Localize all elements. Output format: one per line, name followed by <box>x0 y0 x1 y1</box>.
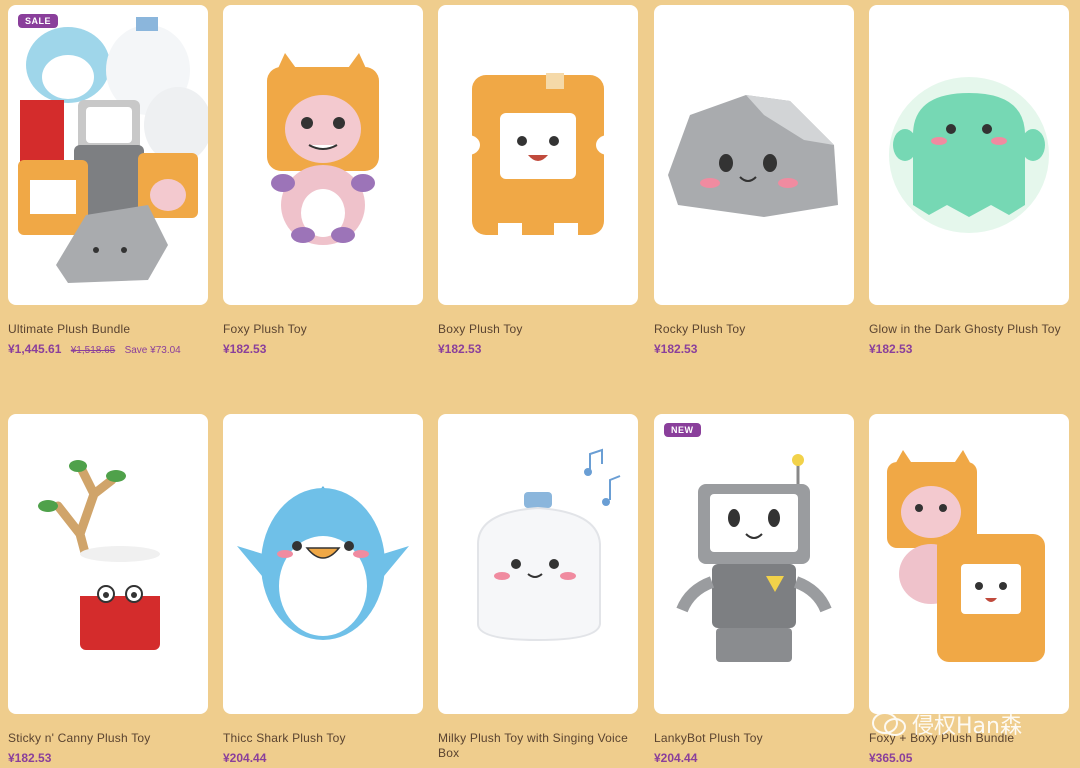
save-amount: Save ¥73.04 <box>124 345 181 356</box>
compare-price: ¥1,518.65 <box>70 345 116 356</box>
product-card-lankybot[interactable]: NEW LankyBot Plush Toy ¥204.44 <box>654 414 854 765</box>
product-price: ¥204.44 <box>223 751 267 765</box>
product-image[interactable] <box>223 5 423 305</box>
product-card-milky[interactable]: Milky Plush Toy with Singing Voice Box <box>438 414 638 761</box>
product-title[interactable]: Sticky n' Canny Plush Toy <box>8 731 208 746</box>
foxy-plush-image <box>267 53 379 245</box>
product-price: ¥182.53 <box>8 751 52 765</box>
product-image[interactable]: SALE <box>8 5 208 305</box>
product-price: ¥182.53 <box>654 342 698 356</box>
product-price: ¥365.05 <box>869 751 913 765</box>
product-image[interactable] <box>869 414 1069 714</box>
sticky-canny-plush-image <box>38 460 160 650</box>
price-row: ¥182.53 <box>438 342 638 356</box>
product-image[interactable] <box>438 414 638 714</box>
product-image[interactable] <box>654 5 854 305</box>
product-title[interactable]: Foxy Plush Toy <box>223 322 423 337</box>
product-title[interactable]: Thicc Shark Plush Toy <box>223 731 423 746</box>
product-card-ghosty[interactable]: Glow in the Dark Ghosty Plush Toy ¥182.5… <box>869 5 1069 356</box>
price-row: ¥182.53 <box>654 342 854 356</box>
lankybot-plush-image <box>676 454 832 662</box>
product-title[interactable]: Rocky Plush Toy <box>654 322 854 337</box>
product-card-foxy[interactable]: Foxy Plush Toy ¥182.53 <box>223 5 423 356</box>
price-row: ¥182.53 <box>869 342 1069 356</box>
product-title[interactable]: Milky Plush Toy with Singing Voice Box <box>438 731 638 761</box>
price-row: ¥365.05 <box>869 751 1069 765</box>
price-row: ¥182.53 <box>8 751 208 765</box>
price-row: ¥182.53 <box>223 342 423 356</box>
product-grid: SALE Ultimate Plush Bundle ¥1,445.61 ¥1,… <box>0 0 1080 768</box>
product-image[interactable]: NEW <box>654 414 854 714</box>
rocky-plush-image <box>668 95 838 217</box>
product-title[interactable]: Boxy Plush Toy <box>438 322 638 337</box>
product-card-boxy[interactable]: Boxy Plush Toy ¥182.53 <box>438 5 638 356</box>
product-price: ¥182.53 <box>223 342 267 356</box>
product-price: ¥1,445.61 <box>8 342 62 356</box>
product-title[interactable]: Ultimate Plush Bundle <box>8 322 208 337</box>
ghosty-plush-image <box>889 77 1049 233</box>
boxy-plush-image <box>456 73 620 237</box>
product-title[interactable]: LankyBot Plush Toy <box>654 731 854 746</box>
product-card-shark[interactable]: Thicc Shark Plush Toy ¥204.44 <box>223 414 423 765</box>
product-image[interactable] <box>438 5 638 305</box>
watermark: 侵权Han森 <box>872 708 1022 740</box>
product-price: ¥204.44 <box>654 751 698 765</box>
product-title[interactable]: Glow in the Dark Ghosty Plush Toy <box>869 322 1069 337</box>
price-row: ¥204.44 <box>654 751 854 765</box>
product-image[interactable] <box>8 414 208 714</box>
product-card-sticky-canny[interactable]: Sticky n' Canny Plush Toy ¥182.53 <box>8 414 208 765</box>
sale-badge: SALE <box>18 14 59 28</box>
product-card-rocky[interactable]: Rocky Plush Toy ¥182.53 <box>654 5 854 356</box>
product-price: ¥182.53 <box>869 342 913 356</box>
watermark-text: 侵权Han森 <box>912 714 1022 739</box>
milky-plush-image <box>477 448 621 642</box>
product-price: ¥182.53 <box>438 342 482 356</box>
product-image[interactable] <box>869 5 1069 305</box>
product-image[interactable] <box>223 414 423 714</box>
new-badge: NEW <box>664 423 701 437</box>
wechat-icon <box>872 711 906 737</box>
price-row: ¥1,445.61 ¥1,518.65 Save ¥73.04 <box>8 342 208 356</box>
bundle-plush-image <box>18 17 208 283</box>
product-card-ultimate-bundle[interactable]: SALE Ultimate Plush Bundle ¥1,445.61 ¥1,… <box>8 5 208 356</box>
foxy-boxy-bundle-image <box>887 450 1045 662</box>
price-row: ¥204.44 <box>223 751 423 765</box>
shark-plush-image <box>237 486 409 640</box>
